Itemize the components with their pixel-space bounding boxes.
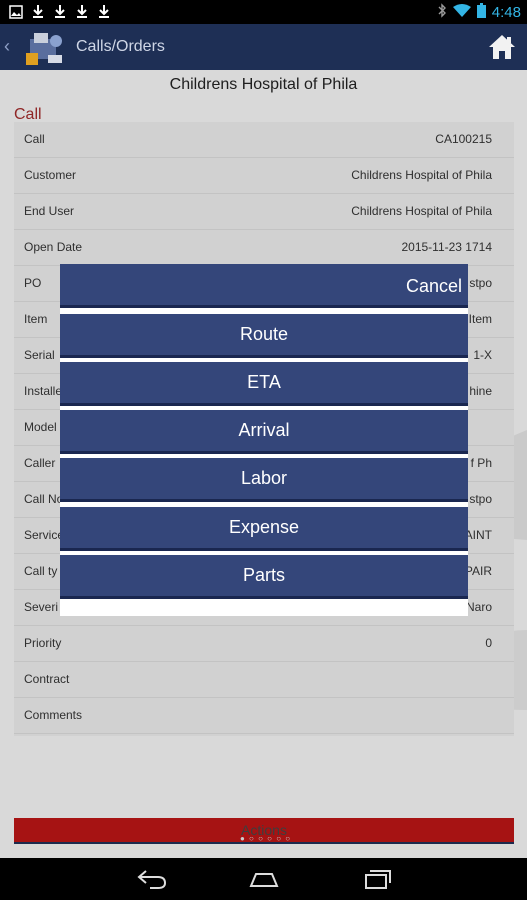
cancel-label: Cancel xyxy=(405,276,462,296)
bluetooth-icon xyxy=(437,3,447,21)
back-icon[interactable] xyxy=(136,868,168,890)
home-icon[interactable] xyxy=(487,32,517,62)
recent-apps-icon[interactable] xyxy=(362,868,394,890)
actions-dialog: Cancel Route ETA Arrival Labor Expense Parts xyxy=(60,264,468,616)
dialog-option-route-button[interactable]: Route xyxy=(60,314,468,358)
battery-icon xyxy=(476,3,486,21)
wifi-icon xyxy=(452,3,471,21)
navigation-bar xyxy=(0,858,527,900)
action-bar: ‹ Calls/Orders xyxy=(0,24,527,70)
dialog-option-eta-button[interactable]: ETA xyxy=(60,362,468,406)
download-icon xyxy=(30,3,45,20)
cancel-button[interactable]: Cancel xyxy=(60,264,468,308)
system-icons: 4:48 xyxy=(437,3,521,21)
dialog-option-expense-button[interactable]: Expense xyxy=(60,507,468,551)
dialog-option-parts-button[interactable]: Parts xyxy=(60,555,468,599)
status-bar: 4:48 xyxy=(0,0,527,24)
screen-title: Calls/Orders xyxy=(76,38,165,55)
dialog-option-arrival-button[interactable]: Arrival xyxy=(60,410,468,454)
dialog-option-labor-button[interactable]: Labor xyxy=(60,458,468,502)
notification-icons xyxy=(8,3,111,20)
download-icon xyxy=(96,3,111,20)
download-icon xyxy=(52,3,67,20)
download-icon xyxy=(74,3,89,20)
app-logo-icon[interactable] xyxy=(26,29,66,65)
gallery-icon xyxy=(8,3,23,20)
back-chevron-icon[interactable]: ‹ xyxy=(4,36,10,57)
home-button-icon[interactable] xyxy=(248,868,280,890)
clock: 4:48 xyxy=(491,3,521,21)
